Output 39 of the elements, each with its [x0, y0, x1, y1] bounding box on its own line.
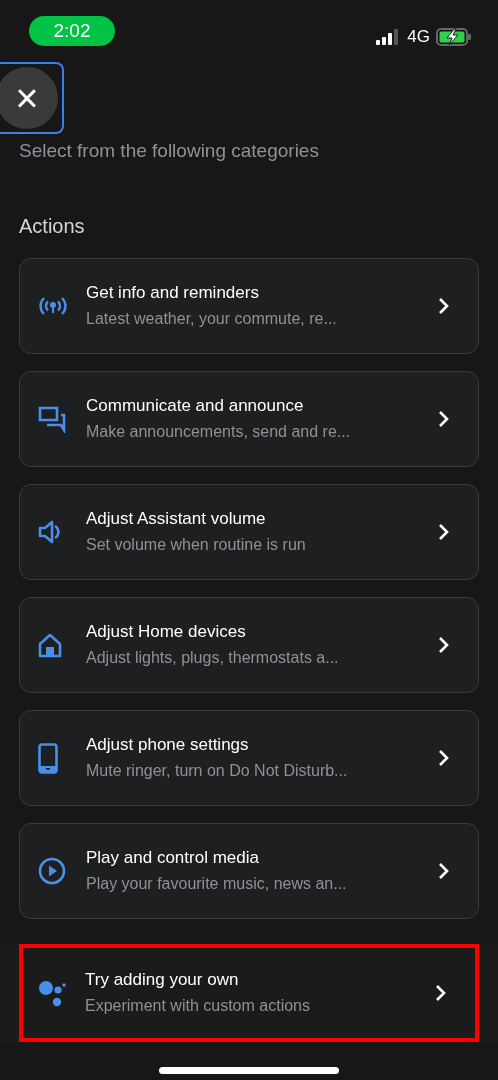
- chevron-right-icon: [435, 984, 447, 1002]
- status-time: 2:02: [29, 16, 115, 46]
- chevron-right-icon: [438, 862, 450, 880]
- item-description: Experiment with custom actions: [85, 996, 311, 1016]
- item-title: Adjust Assistant volume: [86, 508, 267, 530]
- item-description: Mute ringer, turn on Do Not Disturb...: [86, 761, 349, 781]
- item-description: Set volume when routine is run: [86, 535, 307, 555]
- item-title: Try adding your own: [85, 969, 240, 991]
- category-card[interactable]: Adjust Home devices Adjust lights, plugs, thermostats a...: [20, 598, 478, 692]
- item-description: Latest weather, your commute, re...: [86, 309, 338, 329]
- broadcast-icon: [38, 295, 68, 317]
- chevron-right-icon: [438, 749, 450, 767]
- chevron-right-icon: [438, 297, 450, 315]
- item-description: Adjust lights, plugs, thermostats a...: [86, 648, 340, 668]
- category-card[interactable]: Adjust Assistant volume Set volume when routine is run: [20, 485, 478, 579]
- chevron-right-icon: [438, 636, 450, 654]
- chat-icon: [38, 405, 66, 433]
- item-title: Communicate and announce: [86, 395, 305, 417]
- suggestion-item[interactable]: Try adding your own Experiment with custom actions: [19, 944, 479, 1042]
- item-title: Adjust Home devices: [86, 621, 247, 643]
- item-title: Adjust phone settings: [86, 734, 250, 756]
- section-title: Actions: [18, 214, 86, 239]
- item-description: Play your favourite music, news an...: [86, 874, 348, 894]
- chevron-right-icon: [438, 410, 450, 428]
- item-title: Get info and reminders: [86, 282, 260, 304]
- item-title: Play and control media: [86, 847, 260, 869]
- home-icon: [38, 632, 62, 658]
- network-label: 4G: [407, 26, 430, 49]
- phone-icon: [38, 742, 58, 774]
- category-card[interactable]: Communicate and announce Make announcements, send and re...: [20, 372, 478, 466]
- battery-charging-icon: [436, 28, 472, 46]
- chevron-right-icon: [438, 523, 450, 541]
- category-card[interactable]: Play and control media Play your favourite music, news an...: [20, 824, 478, 918]
- dots-icon: [37, 978, 67, 1008]
- play-icon: [38, 857, 66, 885]
- category-card[interactable]: Get info and reminders Latest weather, your commute, re...: [20, 259, 478, 353]
- category-card[interactable]: Adjust phone settings Mute ringer, turn on Do Not Disturb...: [20, 711, 478, 805]
- item-description: Make announcements, send and re...: [86, 422, 352, 442]
- subtitle-text: Select from the following categories: [18, 139, 320, 163]
